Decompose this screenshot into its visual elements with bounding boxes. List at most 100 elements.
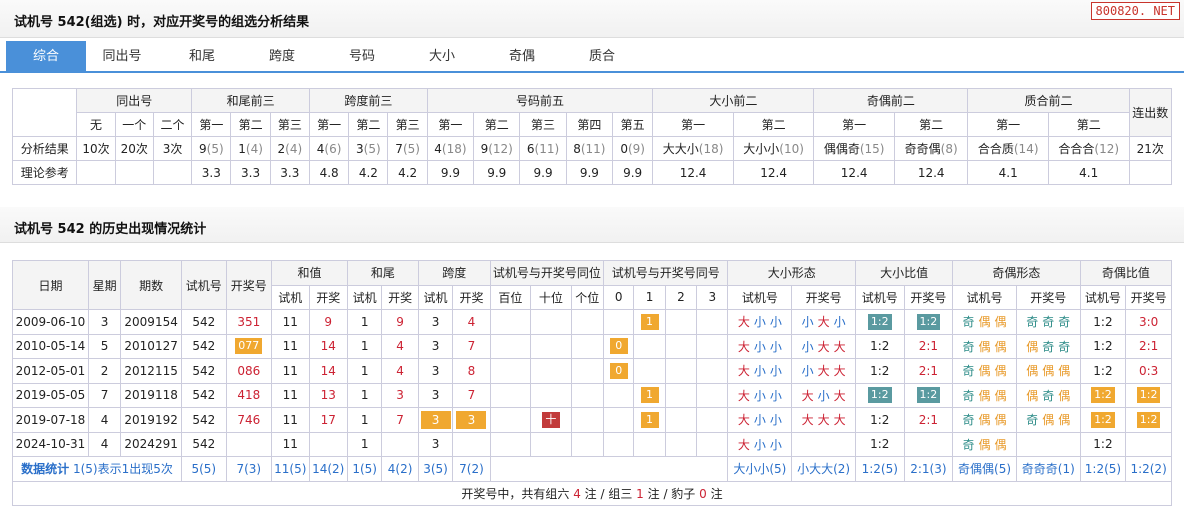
shape-char: 偶 bbox=[978, 388, 991, 403]
sum-trial: 11 bbox=[271, 358, 310, 384]
date-cell: 2009-06-10 bbox=[12, 309, 89, 335]
summary-parity-ratio-trial: 1:2(5) bbox=[1079, 456, 1127, 482]
shape-char: 奇 bbox=[1042, 388, 1055, 403]
sub-header: 试机 bbox=[417, 284, 454, 310]
result-count: (10) bbox=[779, 142, 804, 156]
sub-header: 开奖号 bbox=[903, 284, 954, 310]
shape-char: 奇 bbox=[1058, 339, 1071, 354]
span-draw bbox=[452, 431, 491, 457]
same-num-box: 0 bbox=[609, 362, 628, 379]
result-value: 4 bbox=[434, 141, 442, 156]
group6-count: 4 bbox=[573, 486, 581, 501]
sum-trial: 11 bbox=[271, 309, 310, 335]
tab-5[interactable]: 号码 bbox=[322, 41, 402, 72]
column-header: 试机号与开奖号同号 bbox=[603, 260, 729, 286]
parity-ratio-draw: 1:2 bbox=[1125, 407, 1172, 433]
shape-char: 大 bbox=[833, 339, 846, 354]
shape-cell: 大小小 bbox=[727, 407, 793, 433]
tab-7[interactable]: 奇偶 bbox=[482, 41, 562, 72]
result-value: 2 bbox=[277, 141, 286, 156]
parity-ratio-draw bbox=[1125, 431, 1172, 457]
result-cell: 9(5) bbox=[191, 136, 232, 161]
shape-cell: 奇偶偶 bbox=[952, 358, 1017, 384]
same-num-2 bbox=[664, 309, 698, 335]
tab-2[interactable]: 同出号 bbox=[82, 41, 162, 72]
parity-ratio-draw: 3:0 bbox=[1125, 309, 1172, 335]
shape-char: 奇 bbox=[962, 388, 975, 403]
summary-desc: 1(5)表示1出现5次 bbox=[69, 462, 173, 477]
result-count: (11) bbox=[580, 141, 606, 156]
same-num-box: 0 bbox=[609, 338, 628, 355]
shape-char: 大 bbox=[817, 364, 830, 379]
tab-4[interactable]: 跨度 bbox=[242, 41, 322, 72]
leopard-count: 0 bbox=[699, 486, 707, 501]
tab-1[interactable]: 综合 bbox=[6, 41, 86, 72]
brand-logo[interactable]: 800820. NET bbox=[1090, 2, 1180, 20]
result-value: 合合合 bbox=[1058, 142, 1095, 156]
size-ratio-trial: 1:2 bbox=[854, 358, 905, 384]
shape-char: 奇 bbox=[962, 315, 975, 330]
shape-char: 大 bbox=[737, 437, 750, 452]
ref-cell: 9.9 bbox=[565, 160, 614, 185]
tab-6[interactable]: 大小 bbox=[402, 41, 482, 72]
shape-char: 偶 bbox=[1026, 364, 1039, 379]
sub-header: 试机 bbox=[346, 284, 383, 310]
summary-parity-ratio-draw: 1:2(2) bbox=[1125, 456, 1172, 482]
ratio-box: 1:2 bbox=[867, 313, 892, 330]
tab-8[interactable]: 质合 bbox=[562, 41, 642, 72]
shape-char: 偶 bbox=[994, 315, 1007, 330]
column-header: 开奖号 bbox=[225, 260, 273, 310]
shape-char: 小 bbox=[801, 364, 814, 379]
parity-ratio-trial: 1:2 bbox=[1079, 431, 1127, 457]
sub-header: 开奖号 bbox=[1125, 284, 1172, 310]
group-header: 号码前五 bbox=[426, 88, 654, 113]
result-count: (4) bbox=[285, 141, 303, 156]
issue-cell: 2012115 bbox=[120, 358, 182, 384]
span-trial: 3 bbox=[417, 407, 454, 433]
date-cell: 2012-05-01 bbox=[12, 358, 89, 384]
tab-3[interactable]: 和尾 bbox=[162, 41, 242, 72]
parity-ratio-draw: 1:2 bbox=[1125, 382, 1172, 408]
shape-char: 小 bbox=[801, 339, 814, 354]
same-num-1: 1 bbox=[633, 309, 666, 335]
group-header: 跨度前三 bbox=[308, 88, 428, 113]
same-num-0 bbox=[603, 407, 635, 433]
tail-draw: 4 bbox=[381, 358, 419, 384]
sub-header: 第三 bbox=[519, 112, 567, 137]
same-num-2 bbox=[664, 333, 698, 359]
result-value: 大小小 bbox=[743, 142, 780, 156]
same-num-1 bbox=[633, 333, 666, 359]
analysis-table: 同出号 和尾前三 跨度前三 号码前五 大小前二 奇偶前二 质合前二 连出数无一个 二个 第一 第二第… bbox=[11, 88, 1172, 185]
result-count: (15) bbox=[859, 142, 885, 156]
sub-header: 无 bbox=[76, 112, 116, 137]
sub-header: 第二 bbox=[732, 112, 815, 137]
ref-cell bbox=[1128, 160, 1172, 185]
shape-char: 小 bbox=[769, 339, 782, 354]
column-header: 和值 bbox=[271, 260, 348, 286]
footer-text: 注 / 组三 bbox=[580, 486, 637, 501]
shape-char: 小 bbox=[753, 339, 766, 354]
same-num-1 bbox=[633, 358, 666, 384]
summary-sum-draw: 14(2) bbox=[308, 456, 348, 482]
result-cell: 大小小(10) bbox=[732, 136, 815, 161]
trial-number-cell: 542 bbox=[181, 382, 227, 408]
trial-number-cell: 542 bbox=[181, 431, 227, 457]
shape-cell: 大小小 bbox=[727, 309, 793, 335]
tail-draw bbox=[381, 431, 419, 457]
summary-title: 数据统计 bbox=[21, 462, 70, 477]
shape-char: 大 bbox=[737, 339, 750, 354]
span-trial: 3 bbox=[417, 382, 454, 408]
page: 试机号 542(组选) 时，对应开奖号的组选分析结果 800820. NET 综… bbox=[0, 0, 1184, 517]
same-pos-hundreds bbox=[489, 407, 532, 433]
same-num-box: 1 bbox=[640, 411, 659, 428]
shape-char: 偶 bbox=[994, 437, 1007, 452]
footer-text: 注 bbox=[706, 486, 723, 501]
same-num-2 bbox=[664, 382, 698, 408]
summary-size-draw: 小大大(2) bbox=[791, 456, 856, 482]
result-cell: 合合质(14) bbox=[967, 136, 1049, 161]
result-cell: 2(4) bbox=[269, 136, 310, 161]
span-draw: 8 bbox=[452, 358, 491, 384]
result-value: 奇奇偶 bbox=[904, 142, 941, 156]
same-pos-hundreds bbox=[489, 431, 532, 457]
weekday-cell: 7 bbox=[87, 382, 122, 408]
